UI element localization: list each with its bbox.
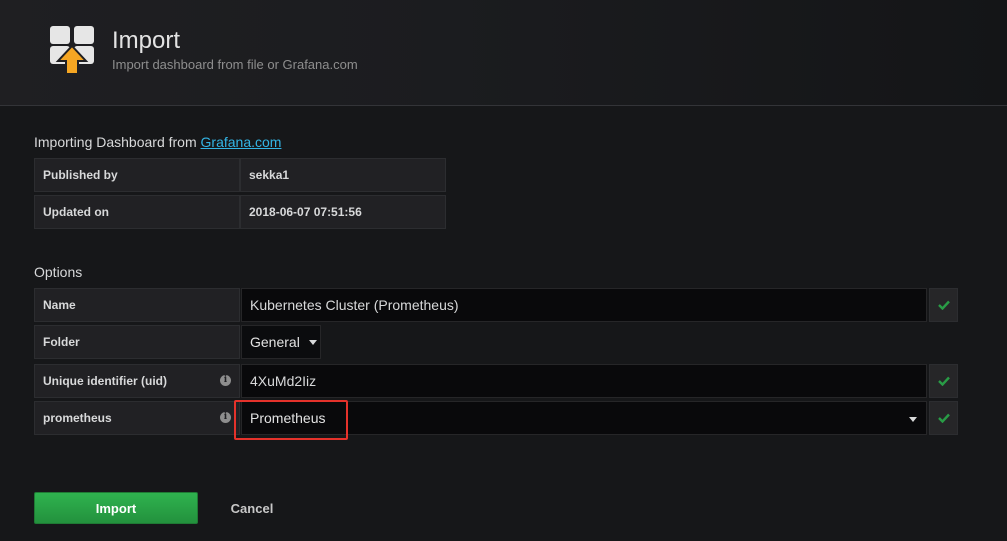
import-source-heading: Importing Dashboard from Grafana.com: [34, 134, 281, 150]
updated-on-value-text: 2018-06-07 07:51:56: [249, 205, 362, 219]
name-input-value: Kubernetes Cluster (Prometheus): [250, 297, 459, 313]
uid-input-value: 4XuMd2Iiz: [250, 373, 317, 389]
updated-on-label-text: Updated on: [43, 205, 109, 219]
grafana-com-link[interactable]: Grafana.com: [201, 134, 282, 150]
published-by-label-text: Published by: [43, 168, 118, 182]
folder-select[interactable]: General: [241, 325, 321, 359]
import-button[interactable]: Import: [34, 492, 198, 524]
chevron-down-icon: [909, 417, 917, 422]
published-by-value-text: sekka1: [249, 168, 290, 182]
prometheus-label-text: prometheus: [43, 411, 112, 425]
page-title: Import: [112, 27, 181, 54]
cancel-button[interactable]: Cancel: [222, 492, 282, 524]
info-icon[interactable]: i: [220, 375, 231, 386]
page-header: Import Import dashboard from file or Gra…: [0, 0, 1007, 106]
folder-select-value: General: [250, 334, 300, 350]
options-heading: Options: [34, 264, 83, 280]
published-by-value: sekka1: [240, 158, 446, 192]
import-source-prefix: Importing Dashboard from: [34, 134, 201, 150]
name-input[interactable]: Kubernetes Cluster (Prometheus): [241, 288, 927, 322]
prometheus-label: prometheus i: [34, 401, 240, 435]
prometheus-datasource-select[interactable]: Prometheus: [241, 401, 927, 435]
updated-on-value: 2018-06-07 07:51:56: [240, 195, 446, 229]
page-subtitle: Import dashboard from file or Grafana.co…: [112, 57, 358, 72]
name-label: Name: [34, 288, 240, 322]
info-icon[interactable]: i: [220, 412, 231, 423]
name-label-text: Name: [43, 298, 76, 312]
uid-label: Unique identifier (uid) i: [34, 364, 240, 398]
uid-label-text: Unique identifier (uid): [43, 374, 167, 388]
import-dashboard-icon: [48, 24, 96, 76]
uid-valid-check-icon: [929, 364, 958, 398]
folder-label-text: Folder: [43, 335, 80, 349]
updated-on-label: Updated on: [34, 195, 240, 229]
chevron-down-icon: [308, 339, 317, 345]
name-valid-check-icon: [929, 288, 958, 322]
prometheus-select-value: Prometheus: [250, 410, 326, 426]
prometheus-valid-check-icon: [929, 401, 958, 435]
uid-input[interactable]: 4XuMd2Iiz: [241, 364, 927, 398]
published-by-label: Published by: [34, 158, 240, 192]
folder-label: Folder: [34, 325, 240, 359]
